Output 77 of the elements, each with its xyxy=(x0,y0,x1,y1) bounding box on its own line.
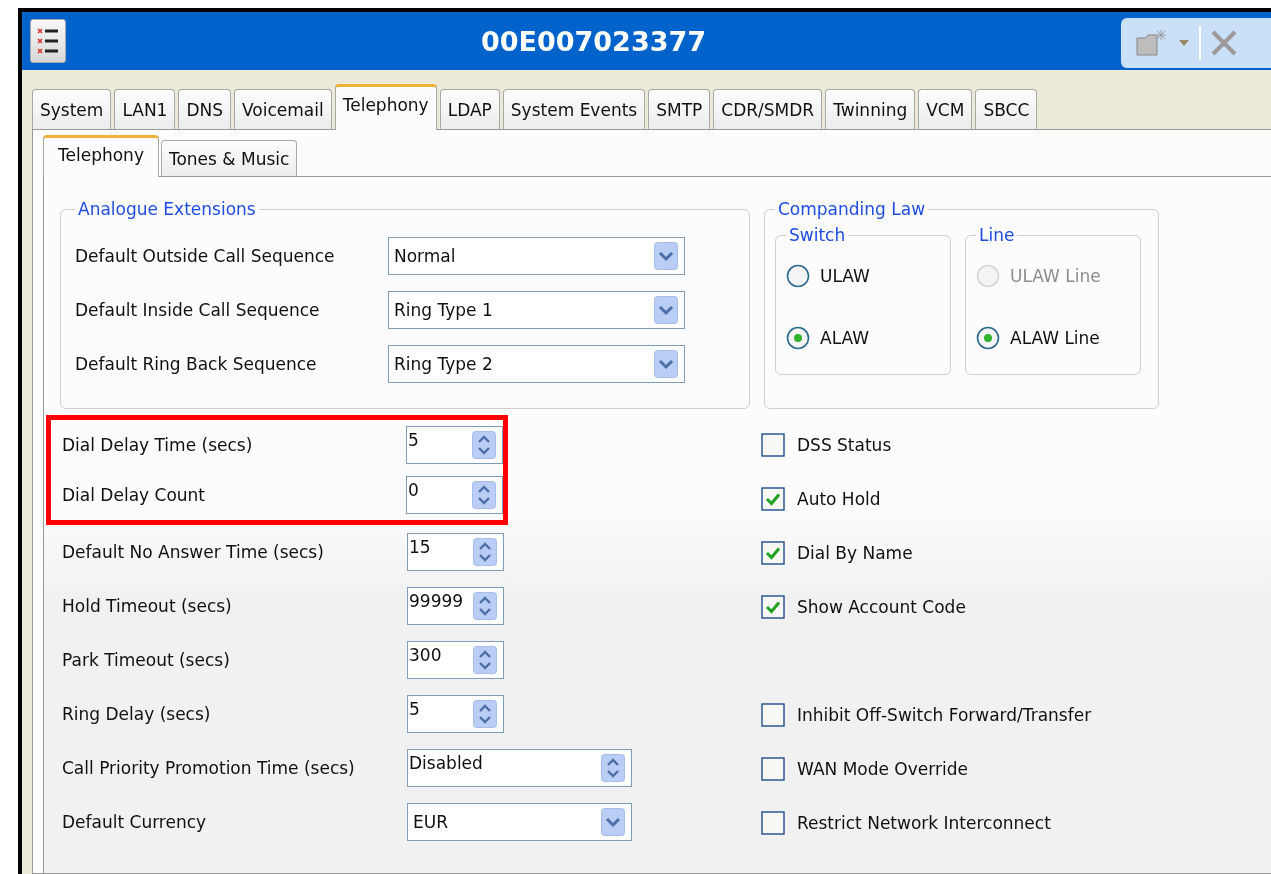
spin-arrows-icon[interactable] xyxy=(601,754,625,782)
tab[interactable]: DNS xyxy=(178,89,232,129)
close-icon[interactable] xyxy=(1211,30,1237,56)
tab[interactable]: Twinning xyxy=(825,89,916,129)
spin-arrows-icon[interactable] xyxy=(473,592,497,620)
radio-button[interactable] xyxy=(976,326,1000,350)
spinner-field[interactable]: 5 xyxy=(406,426,503,464)
field-label: Call Priority Promotion Time (secs) xyxy=(62,758,356,778)
field-label: Ring Delay (secs) xyxy=(62,704,212,724)
spin-arrows-icon[interactable] xyxy=(473,700,497,728)
field-label: Dial Delay Count xyxy=(62,485,206,505)
field-label: Default No Answer Time (secs) xyxy=(62,542,325,562)
checkbox-label: Dial By Name xyxy=(797,543,913,563)
checkbox-label: DSS Status xyxy=(797,435,892,455)
checkbox-label: Inhibit Off-Switch Forward/Transfer xyxy=(797,705,1092,725)
checkbox[interactable] xyxy=(761,433,785,457)
spinner-field[interactable]: 5 xyxy=(407,695,504,733)
spinner-field[interactable]: 15 xyxy=(407,533,504,571)
group-title: Switch xyxy=(788,225,847,245)
tab[interactable]: Tones & Music xyxy=(160,140,298,176)
dropdown-field[interactable]: EUR xyxy=(407,803,632,841)
radio-button[interactable] xyxy=(786,264,810,288)
checkbox[interactable] xyxy=(761,487,785,511)
tab[interactable]: SMTP xyxy=(648,89,711,129)
dropdown-chevron-icon[interactable] xyxy=(601,808,625,836)
spin-arrows-icon[interactable] xyxy=(472,431,496,459)
tab[interactable]: VCM xyxy=(918,89,973,129)
dropdown-chevron-icon[interactable] xyxy=(654,242,678,270)
tab[interactable]: Telephony xyxy=(334,84,437,130)
checkbox-label: Restrict Network Interconnect xyxy=(797,813,1051,833)
dropdown-chevron-icon[interactable] xyxy=(654,296,678,324)
spinner-field[interactable]: 300 xyxy=(407,641,504,679)
checkbox[interactable] xyxy=(761,541,785,565)
tab[interactable]: LDAP xyxy=(439,89,500,129)
list-menu-icon[interactable] xyxy=(30,19,66,63)
field-label: Default Outside Call Sequence xyxy=(75,246,335,266)
dropdown-field[interactable]: Ring Type 1 xyxy=(388,291,685,329)
tab[interactable]: Telephony xyxy=(43,135,159,177)
spinner-field[interactable]: 99999 xyxy=(407,587,504,625)
checkbox-label: Auto Hold xyxy=(797,489,881,509)
field-label: Hold Timeout (secs) xyxy=(62,596,233,616)
field-label: Default Ring Back Sequence xyxy=(75,354,317,374)
tab[interactable]: CDR/SMDR xyxy=(713,89,823,129)
tab[interactable]: System Events xyxy=(502,89,646,129)
checkbox[interactable] xyxy=(761,811,785,835)
radio-label: ULAW xyxy=(820,266,870,286)
radio-label: ALAW Line xyxy=(1010,328,1100,348)
radio-label: ULAW Line xyxy=(1010,266,1101,286)
spin-arrows-icon[interactable] xyxy=(473,646,497,674)
dropdown-field[interactable]: Ring Type 2 xyxy=(388,345,685,383)
checkbox-label: Show Account Code xyxy=(797,597,966,617)
group-title: Analogue Extensions xyxy=(77,199,257,219)
checkbox-label: WAN Mode Override xyxy=(797,759,968,779)
spin-arrows-icon[interactable] xyxy=(472,481,496,509)
field-label: Default Inside Call Sequence xyxy=(75,300,320,320)
checkbox[interactable] xyxy=(761,757,785,781)
field-label: Dial Delay Time (secs) xyxy=(62,435,254,455)
radio-button[interactable] xyxy=(786,326,810,350)
radio-label: ALAW xyxy=(820,328,869,348)
field-label: Default Currency xyxy=(62,812,208,832)
window-title: 00E007023377 xyxy=(479,25,708,57)
spinner-field[interactable]: 0 xyxy=(406,476,503,514)
tab[interactable]: LAN1 xyxy=(114,89,176,129)
folder-icon[interactable] xyxy=(1135,28,1169,58)
dropdown-chevron-icon[interactable] xyxy=(654,350,678,378)
group-title: Line xyxy=(978,225,1016,245)
checkbox[interactable] xyxy=(761,595,785,619)
spinner-field[interactable]: Disabled xyxy=(407,749,632,787)
dropdown-field[interactable]: Normal xyxy=(388,237,685,275)
caret-icon[interactable] xyxy=(1179,40,1189,46)
checkbox[interactable] xyxy=(761,703,785,727)
tab[interactable]: System xyxy=(32,89,112,129)
field-label: Park Timeout (secs) xyxy=(62,650,231,670)
spin-arrows-icon[interactable] xyxy=(473,538,497,566)
tab[interactable]: Voicemail xyxy=(234,89,332,129)
group-title: Companding Law xyxy=(777,199,927,219)
tab[interactable]: SBCC xyxy=(975,89,1038,129)
